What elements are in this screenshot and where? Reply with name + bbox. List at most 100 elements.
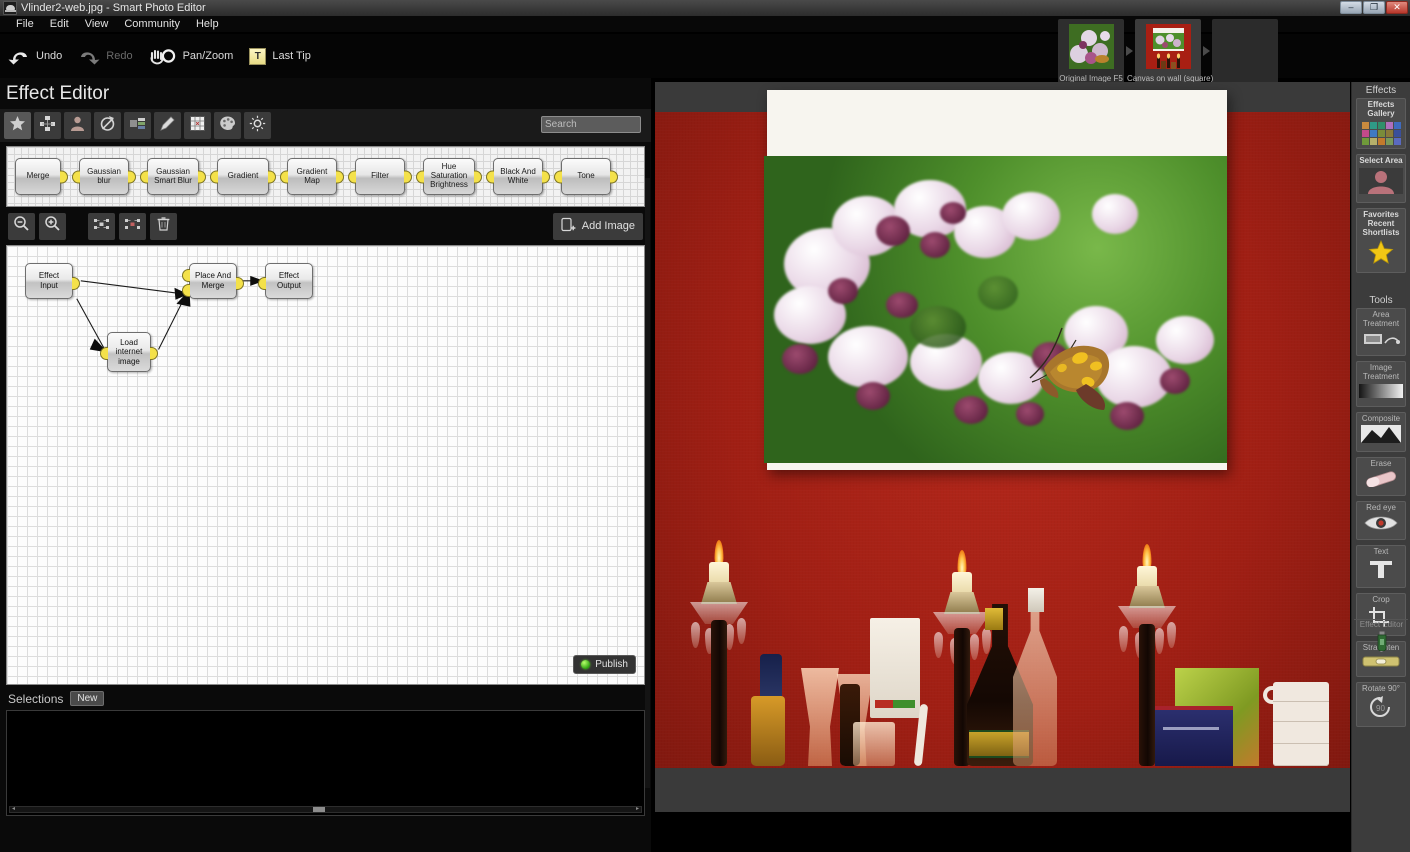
menu-edit[interactable]: Edit	[42, 16, 77, 32]
ungroup-nodes-button[interactable]	[119, 212, 146, 240]
delete-node-button[interactable]	[150, 212, 177, 240]
node-port-out[interactable]	[474, 170, 482, 183]
undo-button[interactable]: Undo	[8, 46, 62, 66]
sidebar-item-rotate-90[interactable]: Rotate 90° 90	[1356, 682, 1406, 728]
moth-illustration	[1029, 327, 1110, 410]
sidebar-item-erase[interactable]: Erase	[1356, 457, 1406, 497]
palette-tab[interactable]	[214, 112, 241, 139]
node-port-in[interactable]	[210, 170, 218, 183]
redo-button[interactable]: Redo	[78, 46, 133, 66]
node-port-out[interactable]	[60, 170, 68, 183]
node-port-in[interactable]	[416, 170, 424, 183]
palette-node-black-and-white[interactable]: Black And White	[486, 158, 550, 195]
svg-text:90: 90	[1376, 704, 1385, 713]
node-port-in[interactable]	[554, 170, 562, 183]
scroll-right-arrow-icon[interactable]: ▸	[634, 806, 641, 812]
node-port-out[interactable]	[404, 170, 412, 183]
graph-node-place-and-merge[interactable]: Place And Merge	[182, 263, 244, 299]
candle-wax	[709, 562, 729, 584]
scroll-thumb[interactable]	[312, 807, 325, 812]
node-port-out[interactable]	[542, 170, 550, 183]
panzoom-button[interactable]: Pan/Zoom	[149, 46, 233, 66]
menu-file[interactable]: File	[8, 16, 42, 32]
sidebar-item-effects-gallery[interactable]: Effects Gallery	[1356, 98, 1406, 149]
effect-search-box[interactable]	[541, 116, 688, 133]
node-graph-canvas[interactable]: Effect Input Place And Merge Effect Outp…	[6, 245, 645, 685]
palette-node-tone[interactable]: Tone	[554, 158, 618, 195]
node-port-in-2[interactable]	[182, 284, 190, 297]
minimize-button[interactable]: –	[1340, 1, 1362, 14]
sidebar-footer-effect-editor[interactable]: Effect Editor	[1352, 620, 1410, 656]
palette-node-merge[interactable]: Merge	[15, 158, 68, 195]
canvas-frame	[764, 90, 1227, 470]
structure-tab[interactable]	[34, 112, 61, 139]
palette-node-hue-saturation-brightness[interactable]: Hue Saturation Brightness	[416, 158, 482, 195]
history-item-original[interactable]: Original Image F5	[1058, 19, 1124, 85]
sidebar-item-composite[interactable]: Composite	[1356, 411, 1406, 453]
graph-node-effect-output[interactable]: Effect Output	[258, 263, 313, 299]
rotate-tab[interactable]	[94, 112, 121, 139]
last-tip-button[interactable]: T Last Tip	[249, 47, 311, 65]
node-port-out[interactable]	[72, 277, 80, 290]
node-port-in[interactable]	[100, 347, 108, 360]
layers-tab[interactable]	[124, 112, 151, 139]
portrait-tab[interactable]	[64, 112, 91, 139]
node-port-in[interactable]	[258, 277, 266, 290]
favorites-tab[interactable]	[4, 112, 31, 139]
sidebar-item-area-treatment[interactable]: Area Treatment	[1356, 307, 1406, 356]
sidebar-item-select-area[interactable]: Select Area	[1356, 153, 1406, 203]
new-selection-button[interactable]: New	[70, 691, 105, 706]
editor-vertical-scrollbar[interactable]	[645, 178, 650, 788]
node-port-out[interactable]	[150, 347, 158, 360]
palette-node-gradient[interactable]: Gradient	[210, 158, 276, 195]
pencil-icon	[159, 115, 176, 137]
history-item-empty[interactable]	[1212, 19, 1278, 85]
brightness-tab[interactable]	[244, 112, 271, 139]
sidebar-item-image-treatment[interactable]: Image Treatment	[1356, 360, 1406, 407]
thumbnail-original	[1069, 24, 1114, 69]
history-item-canvas-on-wall[interactable]: Canvas on wall (square)	[1127, 19, 1213, 85]
node-port-in-1[interactable]	[182, 269, 190, 282]
image-canvas-viewer[interactable]	[655, 82, 1350, 812]
palette-node-gradient-map[interactable]: Gradient Map	[280, 158, 344, 195]
maximize-button[interactable]: ❐	[1363, 1, 1385, 14]
node-port-out[interactable]	[336, 170, 344, 183]
node-port-in[interactable]	[348, 170, 356, 183]
palette-node-filter[interactable]: Filter	[348, 158, 412, 195]
draw-tab[interactable]	[154, 112, 181, 139]
last-tip-label: Last Tip	[272, 50, 311, 62]
menu-community[interactable]: Community	[116, 16, 188, 32]
palette-node-gaussian-blur[interactable]: Gaussian blur	[72, 158, 136, 195]
menu-view[interactable]: View	[77, 16, 117, 32]
add-image-button[interactable]: Add Image	[552, 212, 643, 240]
composite-label: Composite	[1361, 413, 1401, 423]
node-port-out[interactable]	[610, 170, 618, 183]
node-port-in[interactable]	[72, 170, 80, 183]
sidebar-item-text[interactable]: Text	[1356, 545, 1406, 589]
node-port-out[interactable]	[236, 277, 244, 290]
scroll-left-arrow-icon[interactable]: ◂	[10, 806, 17, 812]
sidebar-item-favorites-recent-shortlists[interactable]: Favorites Recent Shortlists	[1356, 207, 1406, 273]
selections-horizontal-scrollbar[interactable]: ◂ ▸	[9, 806, 642, 813]
graph-node-load-internet-image[interactable]: Load internet image	[100, 332, 158, 372]
node-graph-wires	[76, 275, 265, 353]
menu-help[interactable]: Help	[188, 16, 227, 32]
publish-button[interactable]: Publish	[573, 655, 636, 674]
node-port-in[interactable]	[140, 170, 148, 183]
zoom-out-button[interactable]	[8, 212, 35, 240]
zoom-in-button[interactable]	[39, 212, 66, 240]
graph-node-effect-input[interactable]: Effect Input	[25, 263, 80, 299]
node-port-out[interactable]	[198, 170, 206, 183]
grid-tab[interactable]	[184, 112, 211, 139]
group-nodes-button[interactable]	[88, 212, 115, 240]
node-port-in[interactable]	[486, 170, 494, 183]
close-button[interactable]: ✕	[1386, 1, 1408, 14]
node-port-out[interactable]	[128, 170, 136, 183]
node-port-out[interactable]	[268, 170, 276, 183]
node-port-in[interactable]	[280, 170, 288, 183]
socket-indicator	[875, 700, 915, 708]
palette-node-gaussian-smart-blur[interactable]: Gaussian Smart Blur	[140, 158, 206, 195]
sidebar-item-red-eye[interactable]: Red eye	[1356, 501, 1406, 541]
effect-palette-strip[interactable]: Merge Gaussian blur Gaussian Smart Blur …	[6, 146, 645, 207]
selections-list-area[interactable]: ◂ ▸	[6, 710, 645, 816]
